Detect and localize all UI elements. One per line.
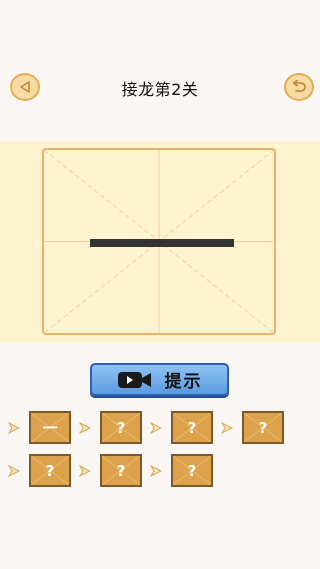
undo-icon: [292, 80, 306, 92]
tile-character: ?: [116, 418, 126, 437]
character-stroke: [90, 239, 234, 247]
chain-tile[interactable]: 一: [29, 411, 71, 444]
chain-tile[interactable]: ?: [100, 454, 142, 487]
chain-row-2: ? ? ?: [0, 454, 320, 488]
chevron-right-icon: [150, 422, 162, 434]
chevron-right-icon: [79, 422, 91, 434]
tile-character: ?: [258, 418, 268, 437]
chevron-right-icon: [221, 422, 233, 434]
chain-row-1: 一 ? ? ?: [0, 411, 320, 445]
chevron-right-icon: [8, 422, 20, 434]
tile-character: ?: [187, 418, 197, 437]
chevron-right-icon: [150, 465, 162, 477]
header: 接龙第2关: [0, 0, 320, 140]
tile-character: 一: [42, 419, 58, 437]
chain-tile[interactable]: ?: [29, 454, 71, 487]
chain-tile[interactable]: ?: [171, 411, 213, 444]
chevron-right-icon: [79, 465, 91, 477]
video-camera-icon: [117, 370, 153, 390]
page-title: 接龙第2关: [121, 80, 199, 99]
hint-button[interactable]: 提示: [90, 363, 229, 396]
chain-tile[interactable]: ?: [171, 454, 213, 487]
tile-character: ?: [45, 461, 55, 480]
tile-character: ?: [116, 461, 126, 480]
chevron-right-icon: [8, 465, 20, 477]
tile-character: ?: [187, 461, 197, 480]
hint-label: 提示: [164, 372, 203, 392]
chain-tile[interactable]: ?: [242, 411, 284, 444]
reset-button[interactable]: [284, 73, 314, 101]
chain-tile[interactable]: ?: [100, 411, 142, 444]
writing-grid: [42, 148, 276, 335]
